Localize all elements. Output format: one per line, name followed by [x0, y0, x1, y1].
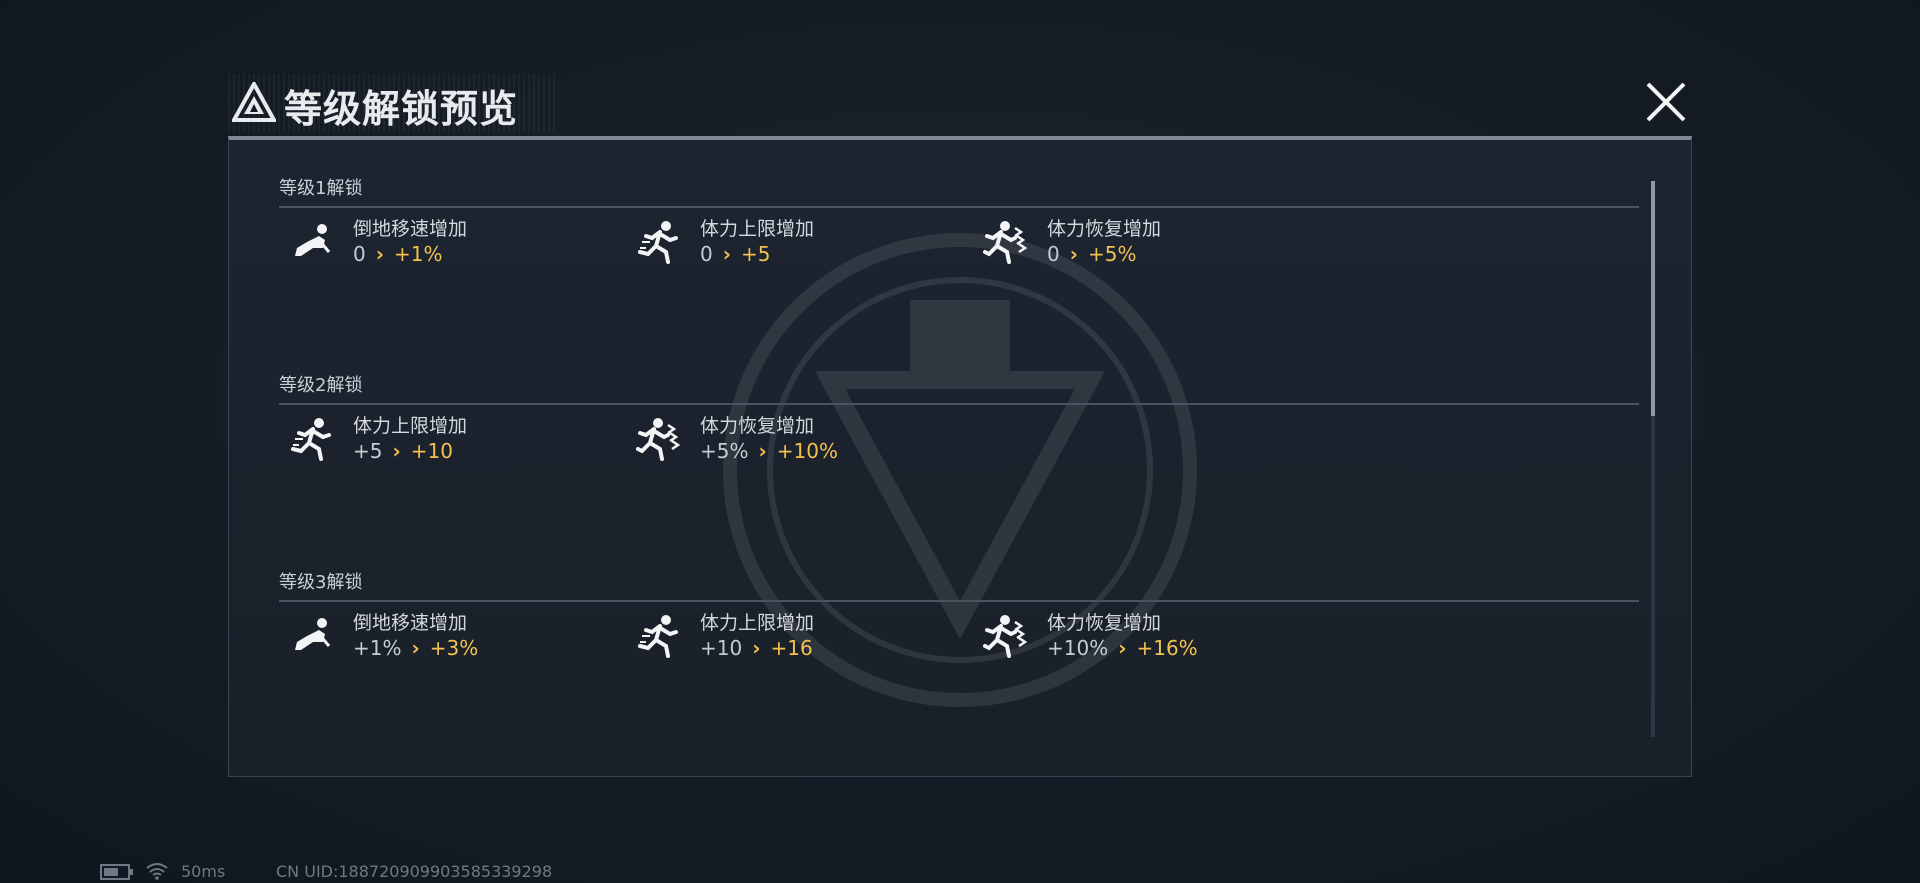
- level-title: 等级2解锁: [279, 375, 363, 396]
- value-to: +5%: [1087, 242, 1137, 266]
- value-to: +16%: [1136, 636, 1198, 660]
- sprint-icon: [289, 415, 335, 461]
- unlock-entry: 体力上限增加 0 › +5: [626, 212, 956, 272]
- level-section-3: 等级3解锁 倒地移速增加 +1% › +3% 体力上限增加 +10 › +16 体力恢复增加 +10…: [279, 568, 1639, 660]
- unlock-list[interactable]: 等级1解锁 倒地移速增加 0 › +1% 体力上限增加 0 › +5 体力恢复增加 0 › +5% 等级2…: [279, 160, 1639, 740]
- entry-name: 体力恢复增加: [700, 415, 815, 437]
- entry-values: +10% › +16%: [1047, 636, 1198, 660]
- sprint-icon: [636, 218, 682, 264]
- entry-name: 体力上限增加: [353, 415, 468, 437]
- value-to: +16: [770, 636, 813, 660]
- game-logo-icon: [232, 82, 276, 122]
- entry-values: +10 › +16: [700, 636, 813, 660]
- value-from: 0: [1047, 242, 1060, 266]
- crawl-icon: [289, 218, 335, 264]
- value-from: +10%: [1047, 636, 1109, 660]
- entry-name: 体力上限增加: [700, 612, 815, 634]
- chevron-right-icon: ›: [1118, 636, 1127, 660]
- value-from: +10: [700, 636, 743, 660]
- scrollbar[interactable]: [1651, 181, 1655, 737]
- value-to: +3%: [429, 636, 479, 660]
- unlock-entry: 倒地移速增加 +1% › +3%: [279, 606, 609, 666]
- chevron-right-icon: ›: [752, 636, 761, 660]
- chevron-right-icon: ›: [392, 439, 401, 463]
- level-title: 等级3解锁: [279, 572, 363, 593]
- unlock-entry: 倒地移速增加 0 › +1%: [279, 212, 609, 272]
- entry-name: 体力恢复增加: [1047, 218, 1162, 240]
- entry-values: +1% › +3%: [353, 636, 478, 660]
- stamina-recovery-icon: [636, 415, 682, 461]
- value-from: +1%: [353, 636, 402, 660]
- entry-name: 体力恢复增加: [1047, 612, 1162, 634]
- level-title: 等级1解锁: [279, 178, 363, 199]
- chevron-right-icon: ›: [722, 242, 731, 266]
- stamina-recovery-icon: [983, 612, 1029, 658]
- level-divider: [279, 600, 1639, 602]
- value-to: +1%: [393, 242, 443, 266]
- ping-readout: 50ms: [181, 862, 226, 881]
- scrollbar-thumb[interactable]: [1651, 181, 1655, 416]
- entry-name: 体力上限增加: [700, 218, 815, 240]
- battery-icon: [100, 864, 133, 880]
- stamina-recovery-icon: [983, 218, 1029, 264]
- user-uid: CN UID:188720909903585339298: [276, 862, 553, 881]
- chevron-right-icon: ›: [758, 439, 767, 463]
- chevron-right-icon: ›: [375, 242, 384, 266]
- unlock-entry: 体力恢复增加 +5% › +10%: [626, 409, 956, 469]
- value-to: +10%: [776, 439, 838, 463]
- value-from: 0: [353, 242, 366, 266]
- unlock-entry: 体力上限增加 +5 › +10: [279, 409, 609, 469]
- level-section-1: 等级1解锁 倒地移速增加 0 › +1% 体力上限增加 0 › +5 体力恢复增加 0 › +5%: [279, 174, 1639, 266]
- entry-values: 0 › +1%: [353, 242, 442, 266]
- unlock-entry: 体力恢复增加 +10% › +16%: [973, 606, 1303, 666]
- close-icon[interactable]: [1640, 76, 1692, 128]
- entry-values: 0 › +5%: [1047, 242, 1136, 266]
- entry-values: +5% › +10%: [700, 439, 838, 463]
- sprint-icon: [636, 612, 682, 658]
- value-from: +5: [353, 439, 383, 463]
- crawl-icon: [289, 612, 335, 658]
- unlock-entry: 体力恢复增加 0 › +5%: [973, 212, 1303, 272]
- value-to: +10: [410, 439, 453, 463]
- level-divider: [279, 206, 1639, 208]
- value-from: 0: [700, 242, 713, 266]
- level-divider: [279, 403, 1639, 405]
- entry-values: 0 › +5: [700, 242, 770, 266]
- unlock-entry: 体力上限增加 +10 › +16: [626, 606, 956, 666]
- entry-name: 倒地移速增加: [353, 218, 468, 240]
- level-section-2: 等级2解锁体力上限增加 +5 › +10 体力恢复增加 +5% › +10%: [279, 371, 1639, 463]
- entry-values: +5 › +10: [353, 439, 453, 463]
- dialog-title-bar: 等级解锁预览: [228, 74, 1692, 136]
- chevron-right-icon: ›: [1069, 242, 1078, 266]
- value-to: +5: [740, 242, 771, 266]
- wifi-icon: [146, 863, 168, 880]
- value-from: +5%: [700, 439, 749, 463]
- entry-name: 倒地移速增加: [353, 612, 468, 634]
- chevron-right-icon: ›: [411, 636, 420, 660]
- dialog-title: 等级解锁预览: [284, 87, 519, 131]
